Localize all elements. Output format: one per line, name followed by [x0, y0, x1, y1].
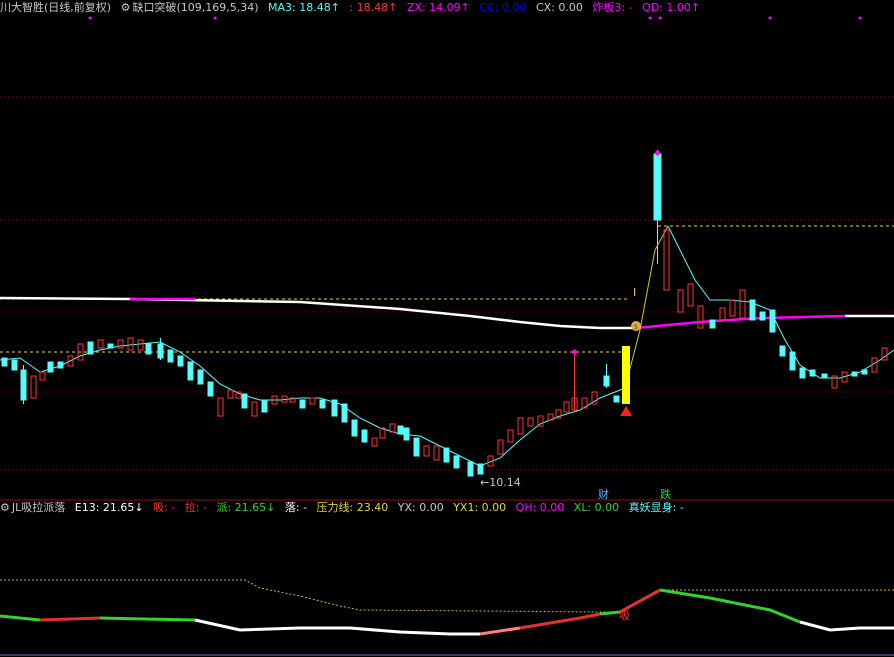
- zx-line: [0, 296, 636, 330]
- yx1-value: YX1: 0.00: [453, 501, 507, 514]
- e13-green-1: [0, 614, 41, 622]
- e13-green-2: [99, 616, 196, 622]
- marker-i: I: [633, 286, 636, 299]
- money-bag-icon[interactable]: $: [631, 321, 641, 331]
- sub-panel-chart: 吸: [0, 579, 894, 636]
- e13-red-1: [39, 616, 101, 622]
- zhenyao-value: 真妖显身: -: [628, 501, 684, 514]
- yx-value: YX: 0.00: [397, 501, 444, 514]
- e13-white-2: [799, 620, 894, 632]
- top-markers: [88, 16, 862, 20]
- xi-value: 吸: -: [153, 501, 176, 514]
- candlestick-chart[interactable]: $ I ←10.14 财 跌 吸: [0, 0, 894, 657]
- reference-lines: [0, 225, 894, 353]
- luo-value: 落: -: [284, 501, 308, 514]
- la-value: 拉: -: [184, 501, 207, 514]
- breakout-arrow: [620, 406, 632, 416]
- low-price-label: ←10.14: [480, 476, 521, 489]
- pai-value: 派: 21.65↓: [216, 501, 276, 514]
- e13-pink: [479, 626, 521, 636]
- marker-cai[interactable]: 财: [598, 487, 609, 501]
- signal-char: 吸: [619, 609, 630, 622]
- e13-red-2: [519, 612, 601, 630]
- marker-die[interactable]: 跌: [660, 487, 671, 501]
- breakout-bar: [622, 346, 630, 404]
- gear-icon[interactable]: ⚙: [0, 501, 10, 514]
- sub-indicator-name[interactable]: JL吸拉派落: [12, 501, 65, 514]
- e13-green-3: [599, 610, 621, 616]
- svg-text:$: $: [634, 323, 638, 331]
- e13-white-1: [194, 618, 480, 636]
- yali-value: 压力线: 23.40: [316, 501, 389, 514]
- xl-value: XL: 0.00: [573, 501, 620, 514]
- qh-value: QH: 0.00: [515, 501, 565, 514]
- ma3-line-yellow: [624, 225, 669, 389]
- e13-green-4: [659, 588, 801, 624]
- e13-value: E13: 21.65↓: [74, 501, 144, 514]
- sub-indicator-bar: ⚙ JL吸拉派落 E13: 21.65↓ 吸: - 拉: - 派: 21.65↓ …: [0, 500, 690, 516]
- pressure-line: [0, 579, 620, 613]
